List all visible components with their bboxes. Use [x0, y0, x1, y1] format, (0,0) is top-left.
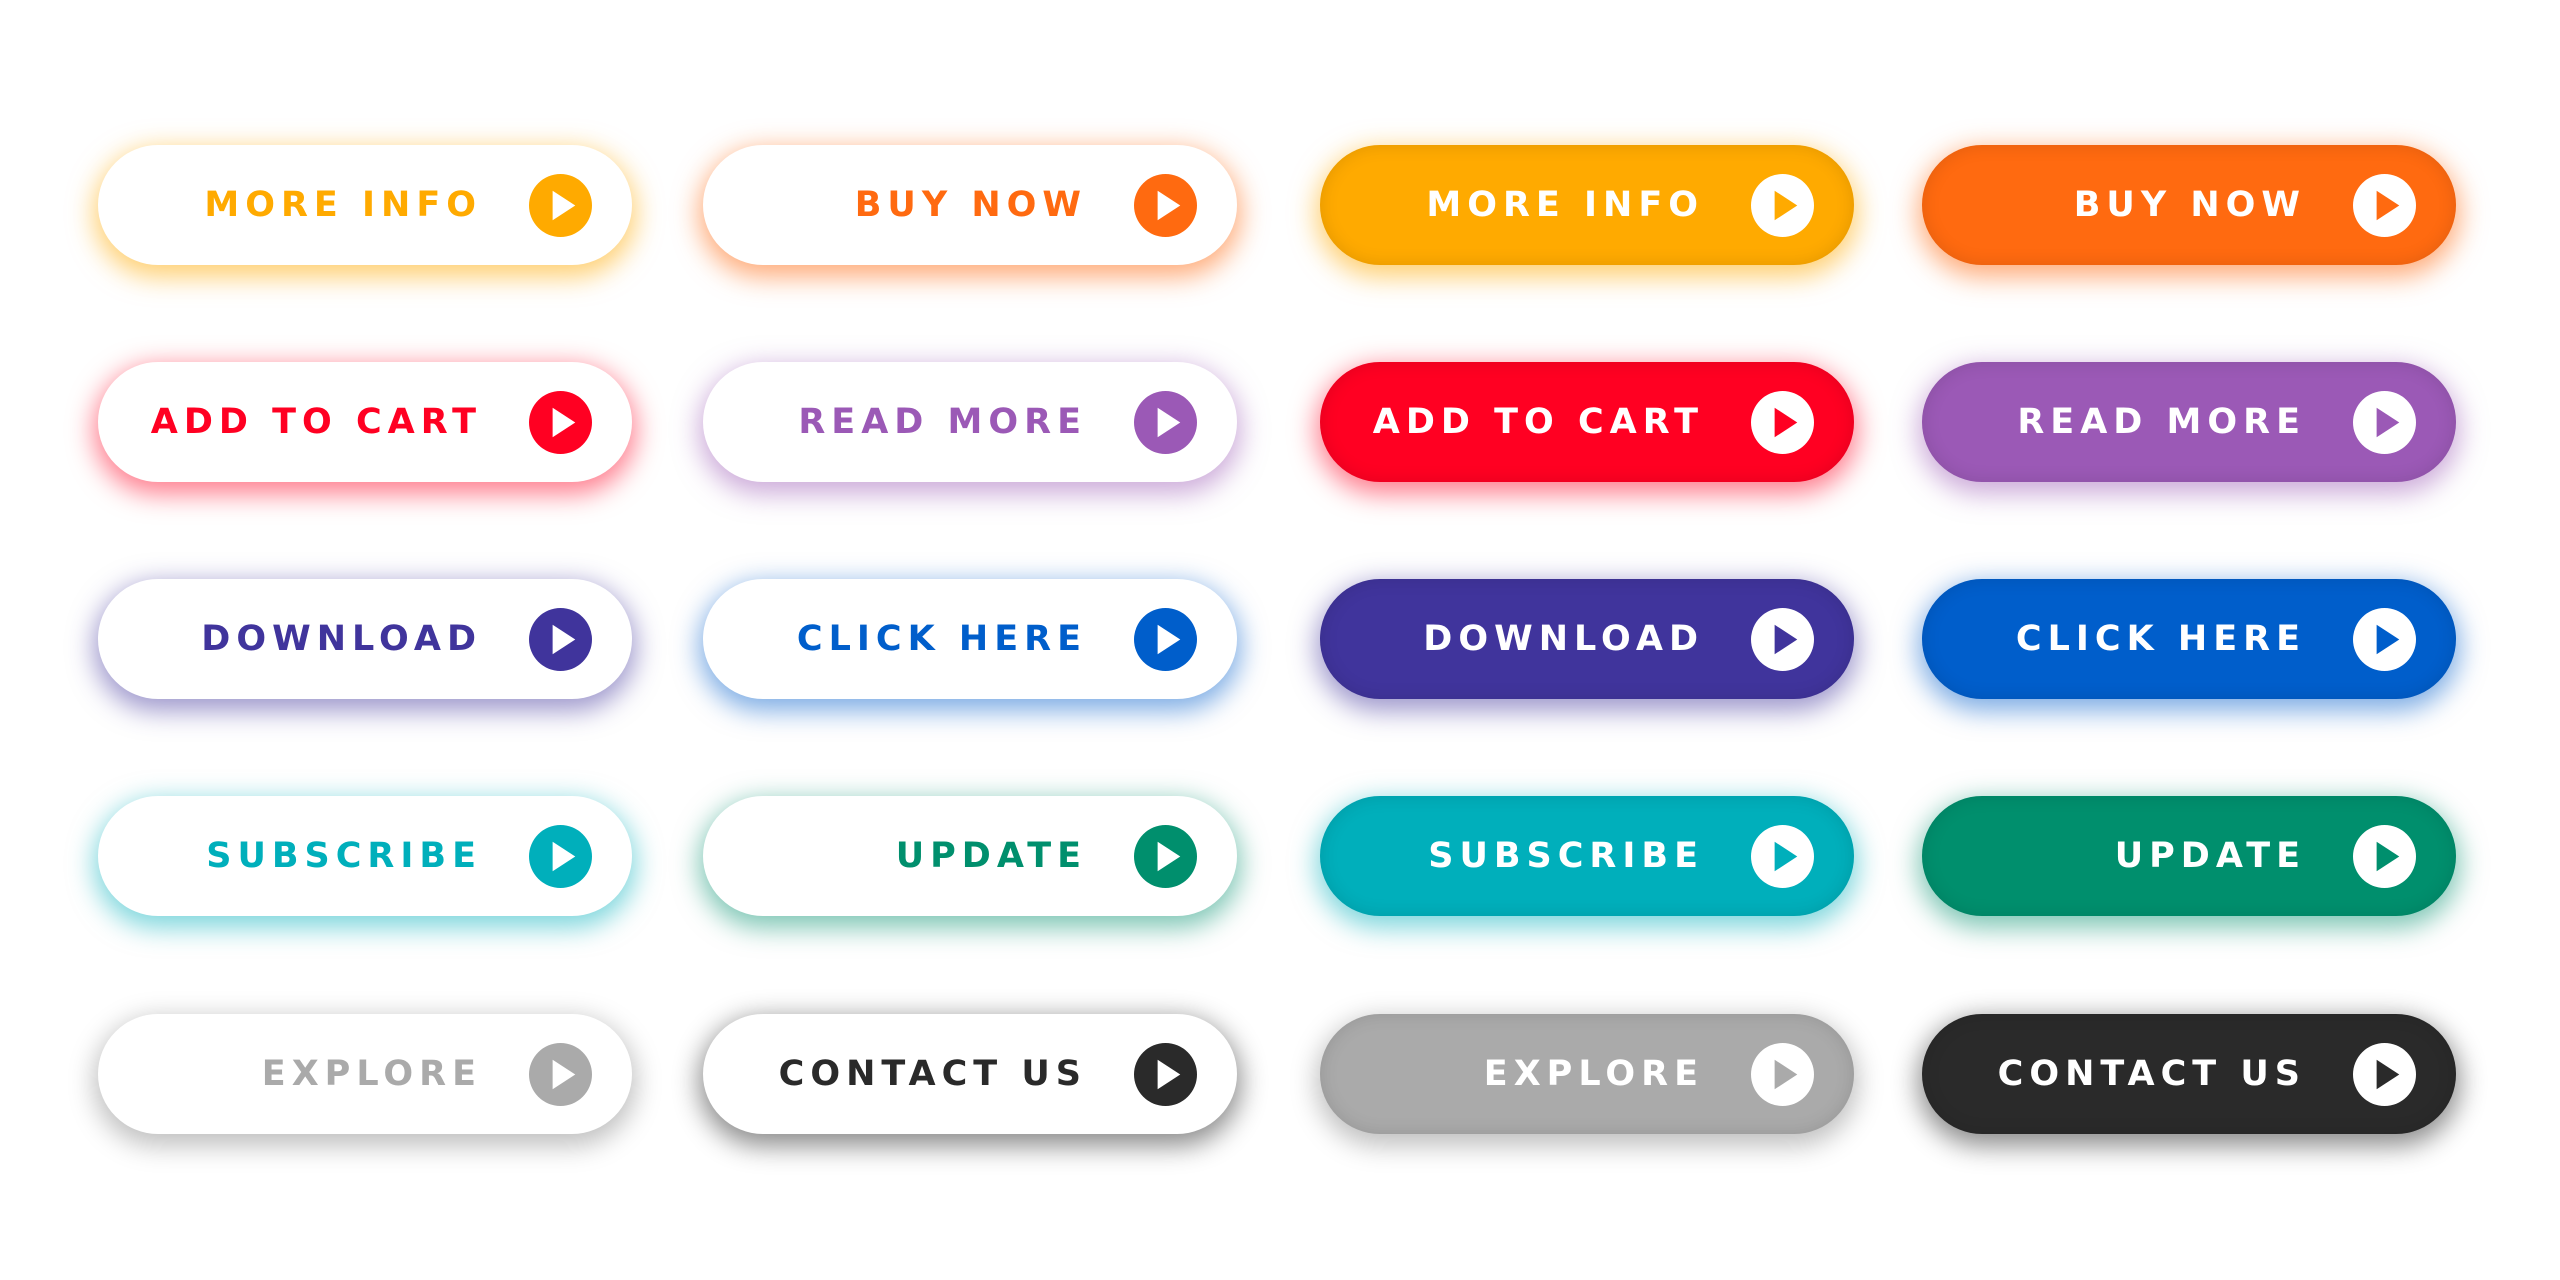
play-arrow-icon: [2353, 825, 2416, 888]
button-label: DOWNLOAD: [1423, 619, 1704, 659]
subscribe-button-outline[interactable]: SUBSCRIBE: [98, 796, 632, 916]
button-label: MORE INFO: [1426, 185, 1704, 225]
play-arrow-icon: [1134, 391, 1197, 454]
play-arrow-icon: [1751, 825, 1814, 888]
play-circle-icon: [529, 391, 592, 454]
button-label: EXPLORE: [261, 1054, 482, 1094]
play-circle-icon: [2353, 1043, 2416, 1106]
button-label: DOWNLOAD: [201, 619, 482, 659]
more-info-button-filled[interactable]: MORE INFO: [1320, 145, 1854, 265]
buy-now-button-filled[interactable]: BUY NOW: [1922, 145, 2456, 265]
add-to-cart-button-filled[interactable]: ADD TO CART: [1320, 362, 1854, 482]
button-label: CONTACT US: [778, 1054, 1087, 1094]
play-circle-icon: [529, 1043, 592, 1106]
button-label: SUBSCRIBE: [206, 836, 482, 876]
play-arrow-icon: [1751, 1043, 1814, 1106]
play-arrow-icon: [1134, 608, 1197, 671]
play-circle-icon: [2353, 391, 2416, 454]
play-circle-icon: [1134, 391, 1197, 454]
play-arrow-icon: [529, 608, 592, 671]
button-label: UPDATE: [2114, 836, 2306, 876]
download-button-outline[interactable]: DOWNLOAD: [98, 579, 632, 699]
button-label: ADD TO CART: [1372, 402, 1704, 442]
button-label: BUY NOW: [2073, 185, 2306, 225]
play-circle-icon: [2353, 825, 2416, 888]
play-circle-icon: [1751, 825, 1814, 888]
play-circle-icon: [1134, 608, 1197, 671]
subscribe-button-filled[interactable]: SUBSCRIBE: [1320, 796, 1854, 916]
play-arrow-icon: [1751, 391, 1814, 454]
play-circle-icon: [2353, 608, 2416, 671]
play-arrow-icon: [1134, 1043, 1197, 1106]
play-arrow-icon: [529, 825, 592, 888]
button-label: EXPLORE: [1483, 1054, 1704, 1094]
play-circle-icon: [1134, 825, 1197, 888]
buy-now-button-outline[interactable]: BUY NOW: [703, 145, 1237, 265]
play-arrow-icon: [2353, 608, 2416, 671]
contact-us-button-outline[interactable]: CONTACT US: [703, 1014, 1237, 1134]
play-circle-icon: [1134, 1043, 1197, 1106]
button-label: READ MORE: [798, 402, 1087, 442]
play-arrow-icon: [2353, 391, 2416, 454]
button-label: CONTACT US: [1997, 1054, 2306, 1094]
play-circle-icon: [1751, 174, 1814, 237]
play-circle-icon: [1751, 608, 1814, 671]
play-circle-icon: [529, 825, 592, 888]
click-here-button-filled[interactable]: CLICK HERE: [1922, 579, 2456, 699]
play-circle-icon: [1134, 174, 1197, 237]
read-more-button-outline[interactable]: READ MORE: [703, 362, 1237, 482]
play-circle-icon: [529, 174, 592, 237]
contact-us-button-filled[interactable]: CONTACT US: [1922, 1014, 2456, 1134]
play-circle-icon: [1751, 1043, 1814, 1106]
button-label: UPDATE: [895, 836, 1087, 876]
read-more-button-filled[interactable]: READ MORE: [1922, 362, 2456, 482]
button-label: CLICK HERE: [796, 619, 1087, 659]
button-label: CLICK HERE: [2015, 619, 2306, 659]
button-label: READ MORE: [2017, 402, 2306, 442]
button-label: SUBSCRIBE: [1428, 836, 1704, 876]
play-arrow-icon: [2353, 174, 2416, 237]
update-button-outline[interactable]: UPDATE: [703, 796, 1237, 916]
button-label: BUY NOW: [854, 185, 1087, 225]
play-arrow-icon: [529, 1043, 592, 1106]
play-arrow-icon: [529, 174, 592, 237]
button-label: MORE INFO: [204, 185, 482, 225]
play-arrow-icon: [1134, 825, 1197, 888]
click-here-button-outline[interactable]: CLICK HERE: [703, 579, 1237, 699]
more-info-button-outline[interactable]: MORE INFO: [98, 145, 632, 265]
play-circle-icon: [2353, 174, 2416, 237]
play-arrow-icon: [1134, 174, 1197, 237]
update-button-filled[interactable]: UPDATE: [1922, 796, 2456, 916]
play-arrow-icon: [1751, 174, 1814, 237]
play-arrow-icon: [529, 391, 592, 454]
play-circle-icon: [1751, 391, 1814, 454]
download-button-filled[interactable]: DOWNLOAD: [1320, 579, 1854, 699]
play-arrow-icon: [1751, 608, 1814, 671]
play-arrow-icon: [2353, 1043, 2416, 1106]
explore-button-filled[interactable]: EXPLORE: [1320, 1014, 1854, 1134]
button-label: ADD TO CART: [150, 402, 482, 442]
explore-button-outline[interactable]: EXPLORE: [98, 1014, 632, 1134]
add-to-cart-button-outline[interactable]: ADD TO CART: [98, 362, 632, 482]
play-circle-icon: [529, 608, 592, 671]
